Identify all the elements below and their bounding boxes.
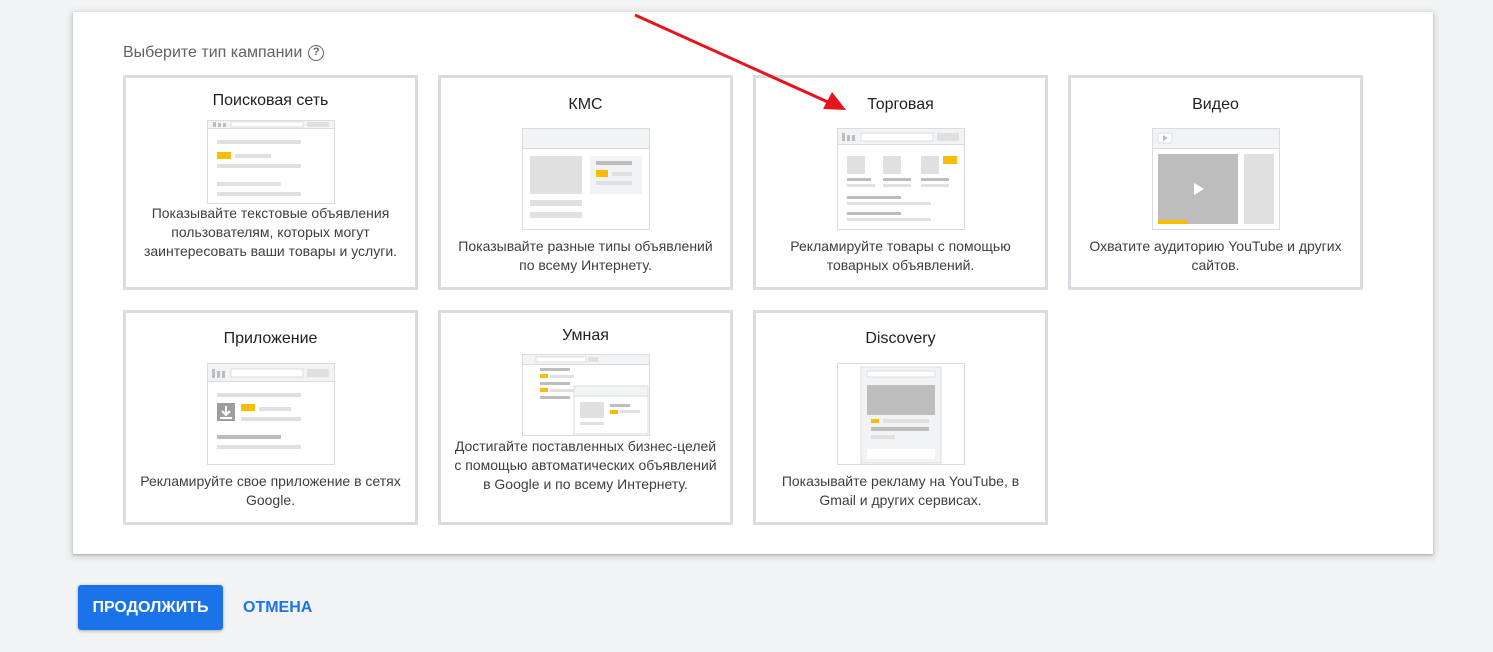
card-description: Показывайте разные типы объявлений по вс…: [458, 238, 713, 273]
cancel-button[interactable]: ОТМЕНА: [243, 599, 312, 617]
discovery-illustration: [836, 363, 965, 465]
heading-text: Выберите тип кампании: [123, 44, 303, 61]
campaign-card-video[interactable]: Видео Охватите аудиторию YouTube и други…: [1068, 75, 1363, 290]
continue-button[interactable]: ПРОДОЛЖИТЬ: [78, 585, 223, 630]
shopping-illustration: [836, 128, 965, 230]
campaign-type-heading: Выберите тип кампании ?: [123, 44, 325, 62]
card-description: Показывайте текстовые объявления пользов…: [143, 205, 398, 259]
card-title: Видео: [1192, 96, 1239, 113]
help-icon[interactable]: ?: [308, 45, 325, 61]
card-title: Умная: [562, 327, 609, 344]
campaign-card-app[interactable]: Приложение Рекламируйте свое приложение …: [123, 310, 418, 525]
card-title: Приложение: [223, 330, 318, 347]
campaign-card-discovery[interactable]: Discovery Показывайте рекламу на YouTube…: [753, 310, 1048, 525]
campaign-card-shopping[interactable]: Торговая Рекламируйте товары с помощью т…: [753, 75, 1048, 290]
campaign-type-panel: Выберите тип кампании ? Поисковая сеть П…: [73, 12, 1433, 554]
action-bar: ПРОДОЛЖИТЬ ОТМЕНА: [78, 585, 312, 630]
app-illustration: [206, 363, 335, 465]
search-network-illustration: [206, 120, 335, 204]
card-description: Достигайте поставленных бизнес-целей с п…: [454, 438, 717, 492]
card-description: Показывайте рекламу на YouTube, в Gmail …: [781, 473, 1020, 508]
campaign-card-search[interactable]: Поисковая сеть Показывайте текстовые объ…: [123, 75, 418, 290]
card-description: Рекламируйте свое приложение в сетях Goo…: [140, 473, 401, 508]
card-description: Охватите аудиторию YouTube и других сайт…: [1089, 238, 1342, 273]
card-title: Discovery: [865, 330, 936, 347]
card-title: КМС: [568, 96, 603, 113]
video-illustration: [1151, 128, 1280, 230]
campaign-card-smart[interactable]: Умная Достигайте поставленных бизнес-цел…: [438, 310, 733, 525]
card-title: Торговая: [867, 96, 934, 113]
smart-illustration: [521, 354, 650, 436]
card-title: Поисковая сеть: [212, 92, 329, 109]
campaign-card-display[interactable]: КМС Показывайте разные типы объявлений п…: [438, 75, 733, 290]
display-network-illustration: [521, 128, 650, 230]
card-description: Рекламируйте товары с помощью товарных о…: [790, 238, 1011, 273]
